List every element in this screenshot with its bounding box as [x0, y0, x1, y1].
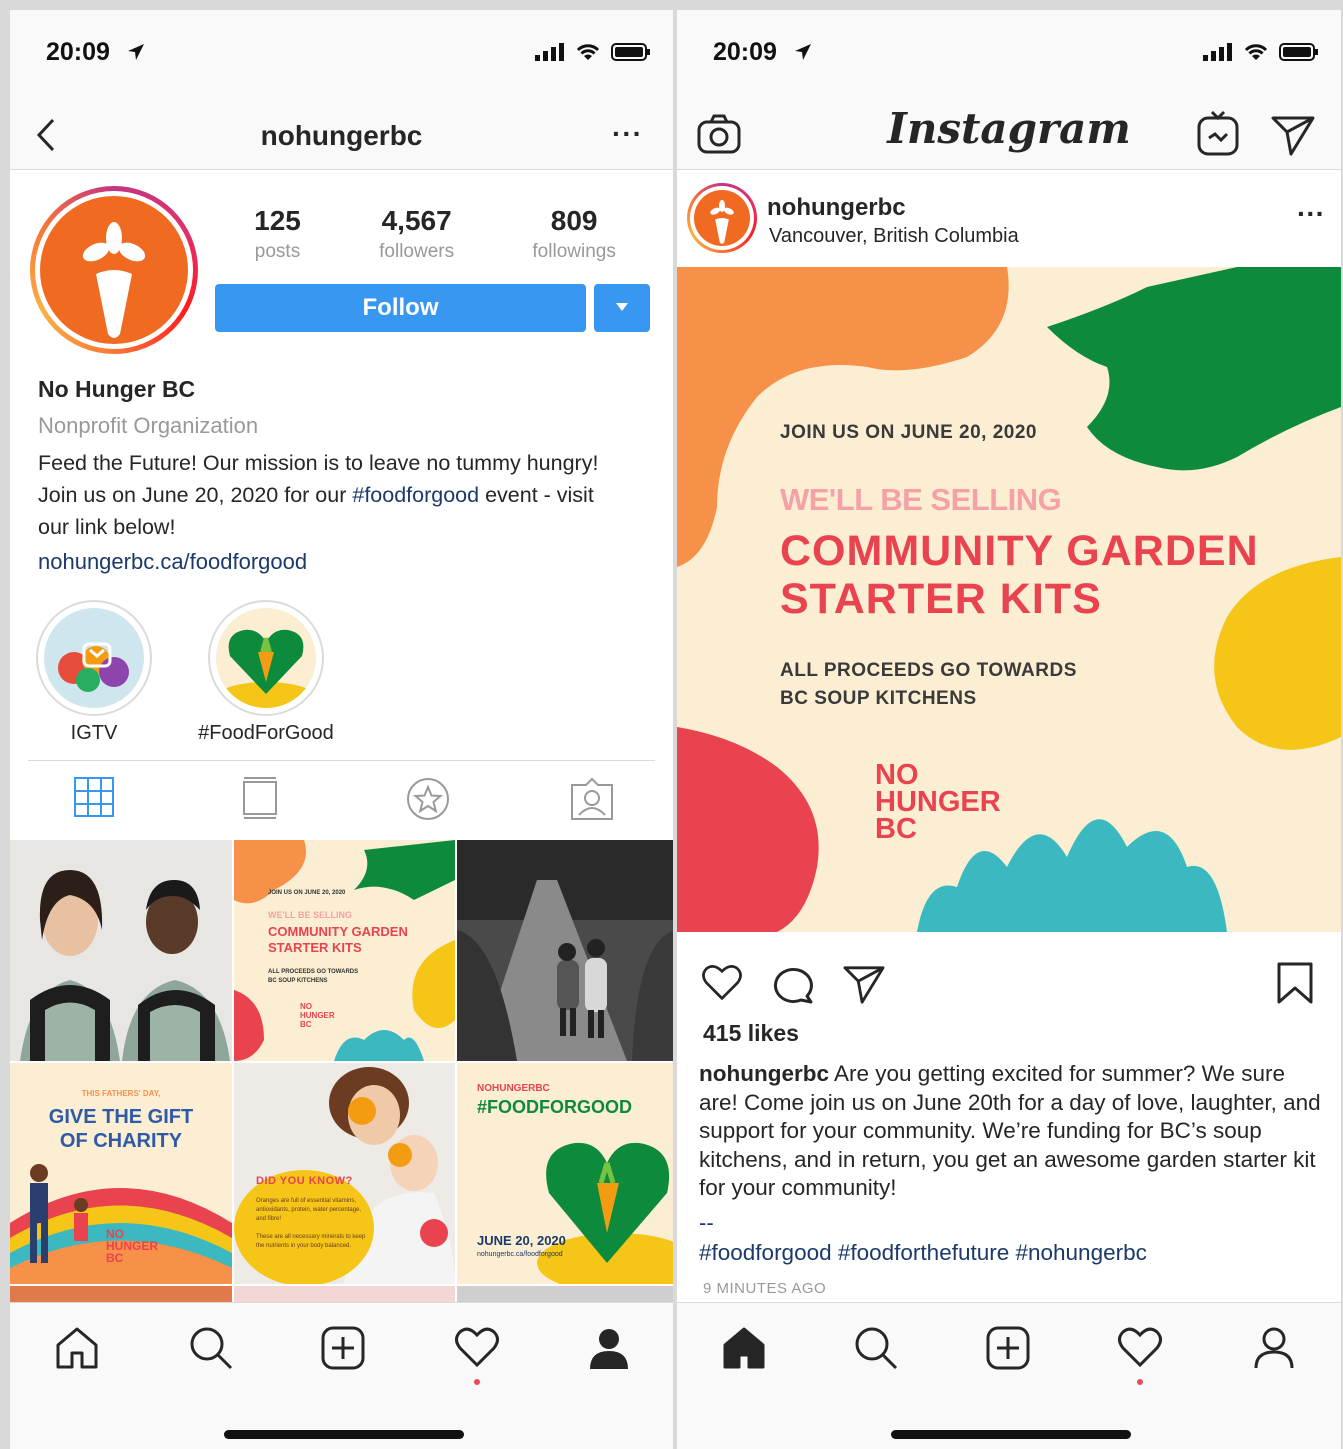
- share-icon[interactable]: [843, 964, 885, 1004]
- bio-website-link[interactable]: nohungerbc.ca/foodforgood: [38, 549, 658, 575]
- heart-icon[interactable]: [1117, 1325, 1163, 1371]
- home-indicator[interactable]: [224, 1430, 464, 1439]
- location-arrow-icon: [128, 44, 144, 60]
- stat-followers[interactable]: 4,567 followers: [379, 205, 454, 263]
- bottom-nav: [677, 1302, 1341, 1449]
- location-arrow-icon: [795, 44, 811, 60]
- highlight-foodforgood-image: [216, 608, 316, 708]
- profile-username-title: nohungerbc: [260, 120, 423, 151]
- caption-username[interactable]: nohungerbc: [699, 1061, 829, 1086]
- highlight-igtv[interactable]: IGTV: [36, 600, 152, 745]
- status-bar: 20:09: [677, 10, 1341, 98]
- post-location[interactable]: Vancouver, British Columbia: [769, 225, 1019, 248]
- grid-icon[interactable]: [74, 777, 114, 817]
- bottom-nav: [10, 1302, 673, 1449]
- profile-tab-bar: [28, 760, 655, 840]
- bio-hashtag-link[interactable]: #foodforgood: [352, 483, 479, 507]
- follow-button[interactable]: Follow: [215, 284, 586, 332]
- posts-grid: JOIN US ON JUNE 20, 2020 WE'LL BE SELLIN…: [10, 840, 673, 1306]
- status-time: 20:09: [713, 38, 777, 66]
- tagged-icon[interactable]: [570, 777, 614, 821]
- signal-icon: [1203, 43, 1232, 61]
- post-more-button[interactable]: ···: [1297, 198, 1325, 230]
- carrot-logo-icon: [40, 196, 188, 344]
- battery-icon: [1279, 43, 1318, 61]
- post-thumbnail[interactable]: [10, 840, 232, 1061]
- search-icon[interactable]: [188, 1325, 234, 1371]
- highlight-foodforgood[interactable]: #FoodForGood: [198, 600, 334, 745]
- profile-category: Nonprofit Organization: [38, 413, 259, 438]
- igtv-icon[interactable]: [1197, 110, 1239, 156]
- profile-stats: 125 posts 4,567 followers 809 followings: [215, 205, 655, 263]
- suggested-dropdown-button[interactable]: [594, 284, 650, 332]
- search-icon[interactable]: [853, 1325, 899, 1371]
- profile-name: No Hunger BC: [38, 376, 196, 402]
- post-actions: [677, 932, 1341, 1022]
- star-icon[interactable]: [406, 777, 450, 821]
- signal-icon: [535, 43, 564, 61]
- battery-icon: [611, 43, 650, 61]
- caption-hashtags[interactable]: #foodforgood #foodforthefuture #nohunger…: [699, 1240, 1147, 1266]
- home-indicator[interactable]: [891, 1430, 1131, 1439]
- wifi-icon: [576, 44, 600, 60]
- bio-text: Feed the Future! Our mission is to leave…: [38, 451, 599, 539]
- no-hunger-bc-logo: NO HUNGER BC: [875, 759, 1001, 845]
- profile-screen: 20:09 nohungerbc ··· 125 posts 4,567 fol…: [10, 10, 673, 1449]
- post-thumbnail[interactable]: [457, 840, 673, 1061]
- feed-header: Instagram: [677, 98, 1341, 170]
- post-caption: nohungerbc Are you getting excited for s…: [699, 1061, 1321, 1200]
- instagram-logo[interactable]: Instagram: [677, 104, 1341, 153]
- like-heart-icon[interactable]: [701, 964, 743, 1002]
- profile-icon[interactable]: [586, 1325, 632, 1371]
- heart-icon[interactable]: [454, 1325, 500, 1371]
- direct-icon[interactable]: [1271, 114, 1315, 156]
- post-header: nohungerbc Vancouver, British Columbia ·…: [677, 170, 1341, 267]
- caption-separator: --: [699, 1210, 714, 1235]
- profile-icon[interactable]: [1251, 1325, 1297, 1371]
- home-icon[interactable]: [54, 1325, 100, 1371]
- post-thumbnail[interactable]: JOIN US ON JUNE 20, 2020 WE'LL BE SELLIN…: [234, 840, 455, 1061]
- post-timestamp: 9 MINUTES AGO: [703, 1280, 827, 1297]
- post-image[interactable]: JOIN US ON JUNE 20, 2020 WE'LL BE SELLIN…: [677, 267, 1341, 932]
- post-thumbnail[interactable]: DID YOU KNOW? Oranges are full of essent…: [234, 1063, 455, 1284]
- status-icons: [1203, 42, 1319, 62]
- carrot-logo-icon: [694, 190, 750, 246]
- profile-avatar[interactable]: [30, 186, 198, 354]
- profile-bio: No Hunger BC Nonprofit Organization Feed…: [38, 376, 658, 575]
- wifi-icon: [1244, 44, 1268, 60]
- post-thumbnail[interactable]: THIS FATHERS' DAY, GIVE THE GIFT OF CHARI…: [10, 1063, 232, 1284]
- status-bar: 20:09: [10, 10, 673, 98]
- feed-icon[interactable]: [242, 777, 278, 819]
- bookmark-icon[interactable]: [1277, 962, 1313, 1004]
- more-options-button[interactable]: ···: [612, 118, 643, 150]
- status-icons: [535, 42, 651, 62]
- stat-posts[interactable]: 125 posts: [254, 205, 301, 263]
- activity-dot: [474, 1379, 480, 1385]
- activity-dot: [1137, 1379, 1143, 1385]
- feed-screen: 20:09 Instagram nohungerbc Vancouver, Br…: [677, 10, 1341, 1449]
- post-thumbnail[interactable]: NOHUNGERBC #FOODFORGOOD JUNE 20, 2020 no…: [457, 1063, 673, 1284]
- home-icon[interactable]: [721, 1325, 767, 1371]
- post-avatar[interactable]: [687, 183, 757, 253]
- status-time: 20:09: [46, 38, 110, 66]
- add-icon[interactable]: [985, 1325, 1031, 1371]
- highlight-igtv-image: [44, 608, 144, 708]
- stat-followings[interactable]: 809 followings: [532, 205, 615, 263]
- post-photo-road: [457, 840, 673, 1061]
- likes-count[interactable]: 415 likes: [703, 1020, 799, 1047]
- comment-icon[interactable]: [771, 964, 813, 1004]
- post-username[interactable]: nohungerbc: [767, 194, 906, 222]
- add-icon[interactable]: [320, 1325, 366, 1371]
- post-photo-people: [10, 840, 232, 1061]
- profile-header: nohungerbc ···: [10, 98, 673, 170]
